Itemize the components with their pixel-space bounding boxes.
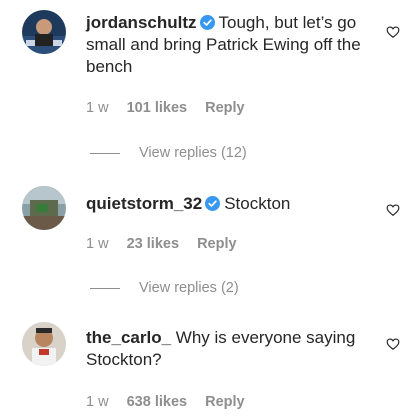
comment-body: quietstorm_32 Stockton xyxy=(86,193,376,215)
comment-meta: 1 w 101 likes Reply xyxy=(86,100,259,116)
comment-time[interactable]: 1 w xyxy=(86,236,109,252)
comment-username[interactable]: the_carlo_ xyxy=(86,328,171,347)
verified-badge-icon xyxy=(199,15,215,30)
verified-badge-icon xyxy=(205,196,221,211)
comment-time[interactable]: 1 w xyxy=(86,100,109,116)
avatar[interactable] xyxy=(22,10,66,54)
heart-outline-icon[interactable] xyxy=(386,203,400,217)
comment-username[interactable]: jordanschultz xyxy=(86,13,197,32)
comment-meta: 1 w 638 likes Reply xyxy=(86,394,259,410)
heart-outline-icon[interactable] xyxy=(386,25,400,39)
comment-meta: 1 w 23 likes Reply xyxy=(86,236,251,252)
view-replies-label: View replies (12) xyxy=(139,145,247,161)
comment-username[interactable]: quietstorm_32 xyxy=(86,194,202,213)
comment-body: jordanschultz Tough, but let’s go small a… xyxy=(86,12,376,78)
replies-divider xyxy=(90,287,120,289)
view-replies-button[interactable]: View replies (12) xyxy=(90,145,247,161)
view-replies-button[interactable]: View replies (2) xyxy=(90,280,239,296)
reply-button[interactable]: Reply xyxy=(205,394,245,410)
comment-likes[interactable]: 101 likes xyxy=(127,100,187,116)
avatar[interactable] xyxy=(22,322,66,366)
comment-time[interactable]: 1 w xyxy=(86,394,109,410)
reply-button[interactable]: Reply xyxy=(197,236,237,252)
heart-outline-icon[interactable] xyxy=(386,337,400,351)
comment-text: Stockton xyxy=(224,194,291,213)
avatar[interactable] xyxy=(22,186,66,230)
comment-body: the_carlo_ Why is everyone saying Stockt… xyxy=(86,327,376,371)
view-replies-label: View replies (2) xyxy=(139,280,239,296)
replies-divider xyxy=(90,152,120,154)
comment-likes[interactable]: 638 likes xyxy=(127,394,187,410)
reply-button[interactable]: Reply xyxy=(205,100,245,116)
comment-likes[interactable]: 23 likes xyxy=(127,236,179,252)
